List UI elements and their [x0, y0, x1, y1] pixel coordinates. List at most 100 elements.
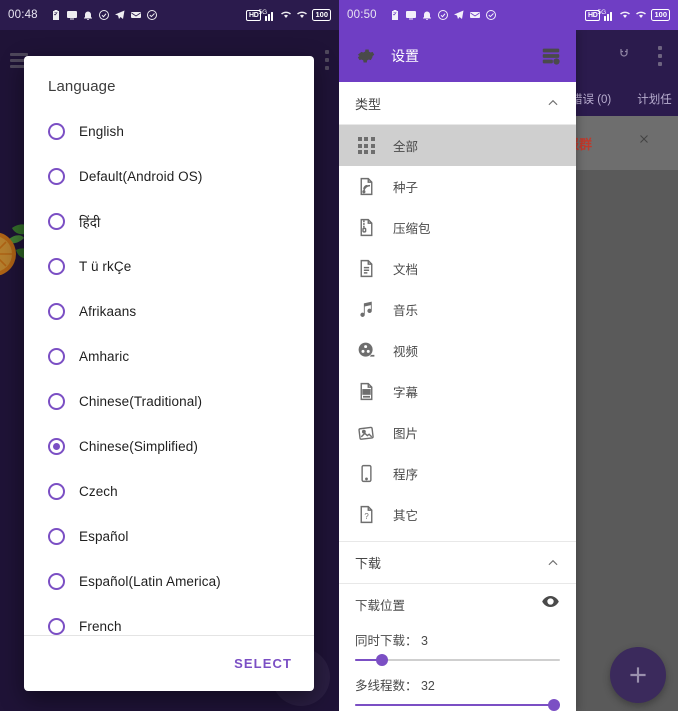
- drawer-item-label: 种子: [393, 181, 419, 195]
- radio-selected-icon[interactable]: [48, 438, 65, 455]
- screencast-icon: [66, 9, 78, 21]
- language-option-row[interactable]: Español: [24, 514, 314, 559]
- language-option-row[interactable]: Amharic: [24, 334, 314, 379]
- radio-unselected-icon[interactable]: [48, 303, 65, 320]
- radio-unselected-icon[interactable]: [48, 528, 65, 545]
- select-button[interactable]: SELECT: [234, 656, 292, 671]
- drawer-item-subtitle[interactable]: 字幕: [339, 371, 576, 412]
- language-option-row[interactable]: Afrikaans: [24, 289, 314, 334]
- magnet-icon[interactable]: [618, 47, 636, 65]
- radio-unselected-icon[interactable]: [48, 168, 65, 185]
- signal-icon: 5G: [597, 9, 615, 21]
- battery-indicator: 100: [312, 9, 331, 21]
- download-settings: 下载位置 同时下载： 3 多线程数： 32: [339, 584, 576, 711]
- radio-unselected-icon[interactable]: [48, 213, 65, 230]
- drawer-item-label: 全部: [393, 140, 419, 154]
- clipboard-icon: [389, 9, 401, 21]
- concurrent-downloads-slider[interactable]: [355, 651, 560, 669]
- close-icon[interactable]: [638, 133, 658, 153]
- music-note-icon: [355, 299, 377, 321]
- drawer-item-other[interactable]: ? 其它: [339, 494, 576, 535]
- wifi-plus-icon: [619, 9, 631, 21]
- drawer-item-label: 程序: [393, 468, 419, 482]
- settings-drawer: 设置 类型 全部 种子 压缩包 文档 音乐 视频 字幕 图片 程序 ? 其它 下…: [339, 30, 576, 711]
- drawer-item-app[interactable]: 程序: [339, 453, 576, 494]
- torrent-file-icon: [355, 176, 377, 198]
- language-option-label: T ü rkÇe: [79, 259, 132, 274]
- language-option-label: हिंदी: [79, 214, 101, 230]
- language-option-row[interactable]: Español(Latin America): [24, 559, 314, 604]
- language-option-row[interactable]: Chinese(Traditional): [24, 379, 314, 424]
- status-bar-right: 00:50 HD 5G 100: [339, 0, 678, 30]
- slider-thumb[interactable]: [375, 654, 388, 666]
- check-circle-icon: [98, 9, 110, 21]
- drawer-item-video[interactable]: 视频: [339, 330, 576, 371]
- status-bar-left-group: 00:50: [347, 9, 497, 21]
- radio-unselected-icon[interactable]: [48, 258, 65, 275]
- drawer-item-music[interactable]: 音乐: [339, 289, 576, 330]
- network-type-label: 5G: [258, 8, 268, 16]
- slider-fill: [355, 704, 554, 706]
- drawer-item-archive[interactable]: 压缩包: [339, 207, 576, 248]
- drawer-item-torrent[interactable]: 种子: [339, 166, 576, 207]
- download-section-header[interactable]: 下载: [339, 541, 576, 584]
- battery-indicator: 100: [651, 9, 670, 21]
- drawer-item-all[interactable]: 全部: [339, 125, 576, 166]
- type-section-label: 类型: [355, 96, 382, 112]
- language-option-label: French: [79, 619, 122, 634]
- language-option-label: Español: [79, 529, 129, 544]
- language-option-row[interactable]: हिंदी: [24, 199, 314, 244]
- status-time: 00:50: [347, 9, 377, 21]
- eye-icon[interactable]: [541, 592, 560, 616]
- dialog-title: Language: [48, 78, 116, 95]
- language-option-label: Afrikaans: [79, 304, 137, 319]
- drawer-header: 设置: [339, 30, 576, 82]
- language-option-row[interactable]: English: [24, 109, 314, 154]
- tab-scheduled[interactable]: 计划任: [637, 91, 672, 107]
- subtitle-file-icon: [355, 381, 377, 403]
- status-time: 00:48: [8, 9, 38, 21]
- drawer-item-document[interactable]: 文档: [339, 248, 576, 289]
- gear-icon[interactable]: [353, 45, 375, 67]
- drawer-item-image[interactable]: 图片: [339, 412, 576, 453]
- chevron-up-icon[interactable]: [546, 556, 560, 570]
- status-bar-left: 00:48 HD 5G 100: [0, 0, 339, 30]
- drawer-item-label: 字幕: [393, 386, 419, 400]
- right-screen: 错误 (0) 计划任 电报群 00:50 HD: [339, 0, 678, 711]
- drawer-item-label: 音乐: [393, 304, 419, 318]
- download-location-row[interactable]: 下载位置: [355, 584, 560, 624]
- kebab-icon[interactable]: [658, 42, 662, 70]
- status-bar-right-group: HD 5G 100: [584, 9, 670, 21]
- language-option-row[interactable]: Czech: [24, 469, 314, 514]
- language-option-row[interactable]: T ü rkÇe: [24, 244, 314, 289]
- add-fab[interactable]: [610, 647, 666, 703]
- language-option-row[interactable]: French: [24, 604, 314, 635]
- radio-unselected-icon[interactable]: [48, 393, 65, 410]
- check-badge-icon: [485, 9, 497, 21]
- chevron-up-icon[interactable]: [546, 96, 560, 110]
- language-option-label: English: [79, 124, 124, 139]
- language-option-row-selected[interactable]: Chinese(Simplified): [24, 424, 314, 469]
- mail-icon: [469, 9, 481, 21]
- language-option-label: Amharic: [79, 349, 130, 364]
- radio-unselected-icon[interactable]: [48, 348, 65, 365]
- radio-unselected-icon[interactable]: [48, 618, 65, 635]
- network-type-label: 5G: [597, 8, 607, 16]
- mail-icon: [130, 9, 142, 21]
- language-option-row[interactable]: Default(Android OS): [24, 154, 314, 199]
- bell-icon: [421, 9, 433, 21]
- language-option-label: Default(Android OS): [79, 169, 203, 184]
- server-settings-icon[interactable]: [540, 45, 562, 67]
- type-section-header[interactable]: 类型: [339, 82, 576, 125]
- tab-errors[interactable]: 错误 (0): [571, 91, 611, 107]
- download-location-label: 下载位置: [355, 598, 406, 613]
- wifi-icon: [296, 9, 308, 21]
- slider-thumb[interactable]: [547, 699, 560, 711]
- radio-unselected-icon[interactable]: [48, 573, 65, 590]
- radio-unselected-icon[interactable]: [48, 483, 65, 500]
- telegram-icon: [453, 9, 465, 21]
- telegram-icon: [114, 9, 126, 21]
- threads-slider[interactable]: [355, 696, 560, 711]
- radio-unselected-icon[interactable]: [48, 123, 65, 140]
- screencast-icon: [405, 9, 417, 21]
